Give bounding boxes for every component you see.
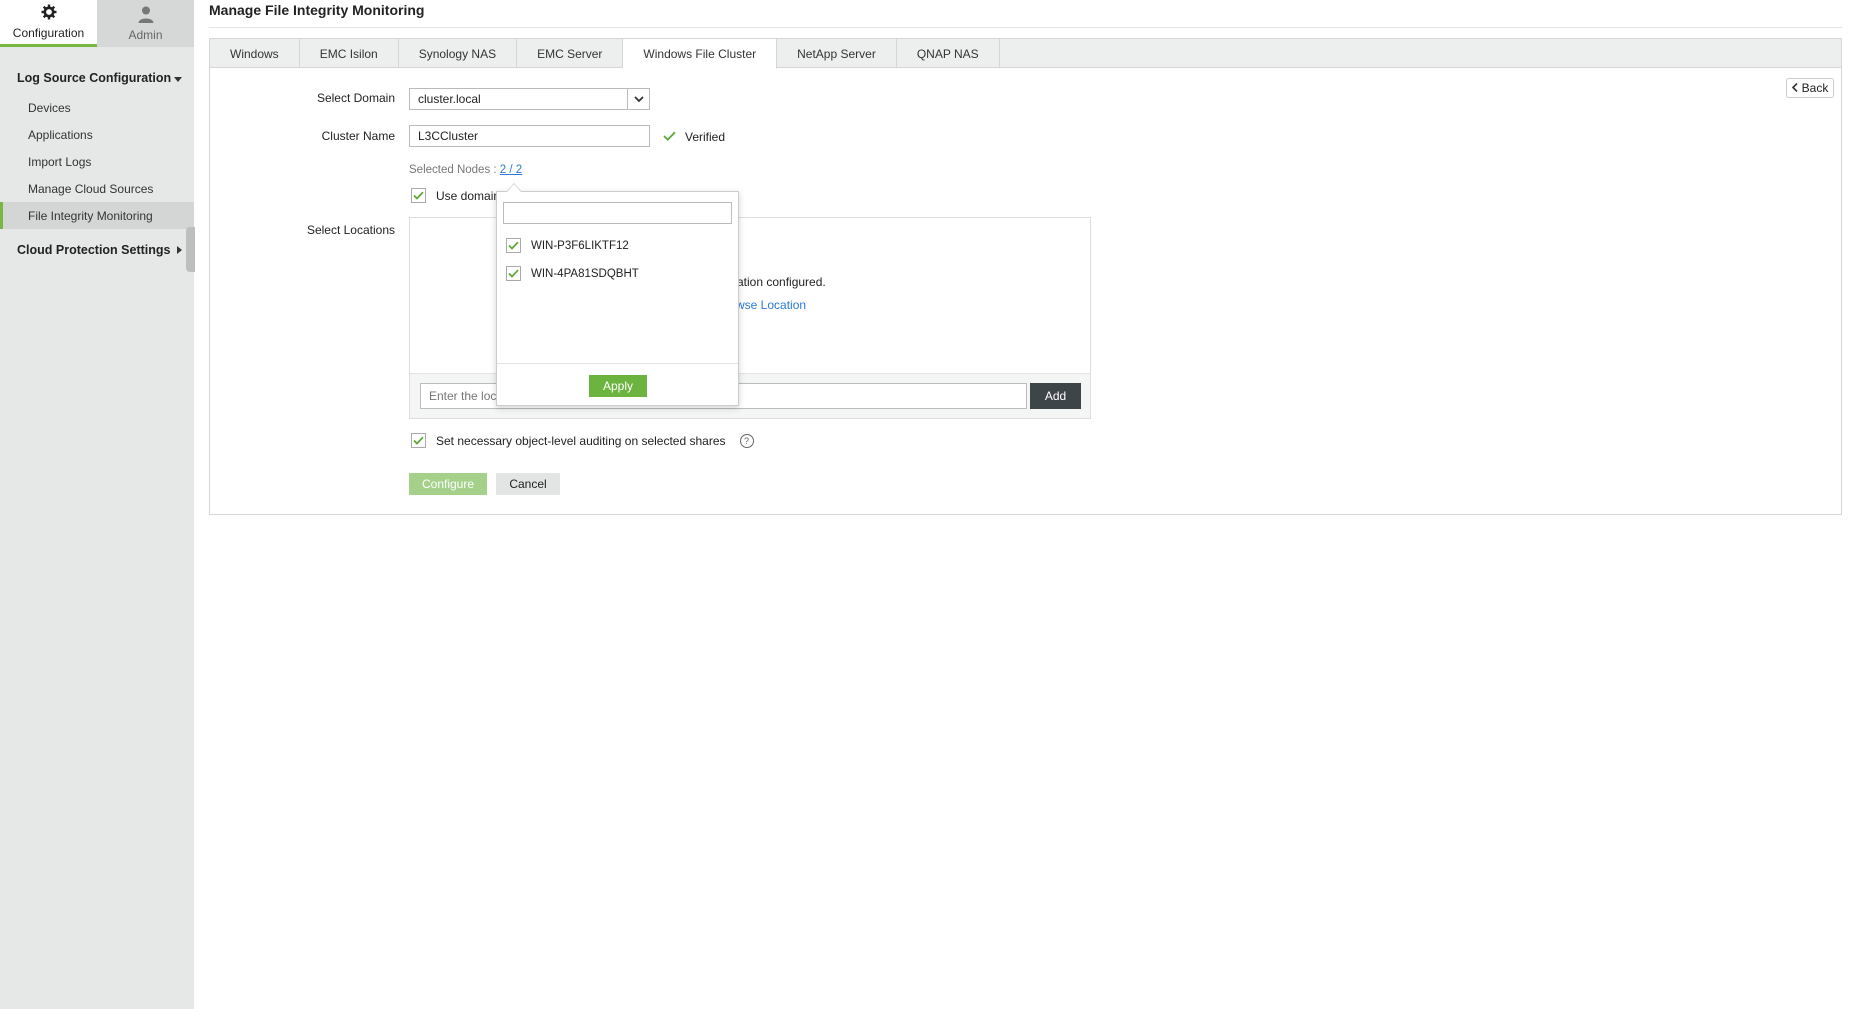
sidebar-item-label: File Integrity Monitoring xyxy=(28,208,153,223)
user-icon xyxy=(138,6,154,23)
chevron-down-icon xyxy=(627,89,649,109)
back-label: Back xyxy=(1801,81,1829,95)
back-button[interactable]: Back xyxy=(1786,78,1834,98)
sidebar-item-label: Manage Cloud Sources xyxy=(28,181,154,196)
use-domain-checkbox[interactable] xyxy=(411,188,426,203)
popup-divider xyxy=(497,363,738,364)
use-domain-label: Use domain xyxy=(436,188,501,203)
node-label: WIN-P3F6LIKTF12 xyxy=(531,239,629,252)
help-icon[interactable]: ? xyxy=(739,433,754,448)
sidebar-item-import-logs[interactable]: Import Logs xyxy=(0,148,194,175)
sidebar: Configuration Admin Log Source Configura… xyxy=(0,0,195,1009)
page-title: Manage File Integrity Monitoring xyxy=(209,2,425,18)
tab-qnap-nas[interactable]: QNAP NAS xyxy=(897,39,1000,68)
empty-locations-message: ation configured. xyxy=(737,275,826,289)
audit-checkbox[interactable] xyxy=(411,433,426,448)
tab-windows-file-cluster[interactable]: Windows File Cluster xyxy=(623,39,778,69)
apply-button[interactable]: Apply xyxy=(589,375,647,397)
title-divider xyxy=(209,27,1842,28)
tab-windows[interactable]: Windows xyxy=(210,39,300,68)
use-domain-row: Use domain xyxy=(411,188,500,203)
sidebar-item-label: Devices xyxy=(28,100,71,115)
selected-nodes-label: Selected Nodes : xyxy=(409,164,497,176)
node-item[interactable]: WIN-P3F6LIKTF12 xyxy=(506,238,629,253)
node-item[interactable]: WIN-4PA81SDQBHT xyxy=(506,266,639,281)
audit-label: Set necessary object-level auditing on s… xyxy=(436,433,726,448)
add-button[interactable]: Add xyxy=(1030,383,1081,409)
nav-configuration-label: Configuration xyxy=(12,26,85,40)
tab-synology-nas[interactable]: Synology NAS xyxy=(399,39,518,68)
node-checkbox[interactable] xyxy=(506,266,521,281)
sidebar-item-label: Applications xyxy=(28,127,93,142)
cancel-button[interactable]: Cancel xyxy=(496,473,560,495)
sidebar-item-applications[interactable]: Applications xyxy=(0,121,194,148)
audit-row: Set necessary object-level auditing on s… xyxy=(411,433,754,448)
verified-status: Verified xyxy=(663,130,725,144)
sidebar-item-file-integrity-monitoring[interactable]: File Integrity Monitoring xyxy=(0,202,194,229)
top-nav: Configuration Admin xyxy=(0,0,194,47)
sidebar-section-log-source[interactable]: Log Source Configuration xyxy=(17,71,182,85)
browse-location-link[interactable]: wse Location xyxy=(736,298,806,312)
node-search-input[interactable] xyxy=(503,202,732,224)
tab-netapp-server[interactable]: NetApp Server xyxy=(777,39,897,68)
domain-value: cluster.local xyxy=(418,92,481,106)
chevron-left-icon xyxy=(1791,81,1798,95)
selected-nodes: Selected Nodes : 2 / 2 xyxy=(409,164,522,176)
configure-button[interactable]: Configure xyxy=(409,473,487,495)
node-label: WIN-4PA81SDQBHT xyxy=(531,267,639,280)
sidebar-item-label: Import Logs xyxy=(28,154,92,169)
tab-emc-isilon[interactable]: EMC Isilon xyxy=(300,39,399,68)
node-select-popup: WIN-P3F6LIKTF12 WIN-4PA81SDQBHT Apply xyxy=(496,191,739,406)
caret-right-icon xyxy=(177,243,182,257)
sidebar-section-label: Cloud Protection Settings xyxy=(17,243,171,257)
sidebar-item-devices[interactable]: Devices xyxy=(0,94,194,121)
domain-label: Select Domain xyxy=(316,91,395,105)
sidebar-section-cloud-protection[interactable]: Cloud Protection Settings xyxy=(17,243,182,257)
sidebar-item-manage-cloud-sources[interactable]: Manage Cloud Sources xyxy=(0,175,194,202)
nav-configuration[interactable]: Configuration xyxy=(0,0,97,47)
sidebar-section-label: Log Source Configuration xyxy=(17,71,172,85)
tab-bar: Windows EMC Isilon Synology NAS EMC Serv… xyxy=(210,39,1841,69)
cluster-name-label: Cluster Name xyxy=(321,129,395,143)
sidebar-collapse-handle[interactable] xyxy=(186,227,195,272)
selected-nodes-link[interactable]: 2 / 2 xyxy=(500,164,522,176)
nav-admin-label: Admin xyxy=(128,27,163,42)
popup-arrow-inner xyxy=(507,184,521,192)
nav-admin[interactable]: Admin xyxy=(97,0,194,47)
verified-label: Verified xyxy=(685,130,726,144)
cluster-name-input[interactable] xyxy=(409,125,650,147)
caret-down-icon xyxy=(174,71,182,85)
select-locations-label: Select Locations xyxy=(306,223,395,237)
check-icon xyxy=(663,130,676,144)
domain-select[interactable]: cluster.local xyxy=(409,88,650,110)
gear-icon xyxy=(41,4,57,21)
node-checkbox[interactable] xyxy=(506,238,521,253)
tab-emc-server[interactable]: EMC Server xyxy=(517,39,624,68)
